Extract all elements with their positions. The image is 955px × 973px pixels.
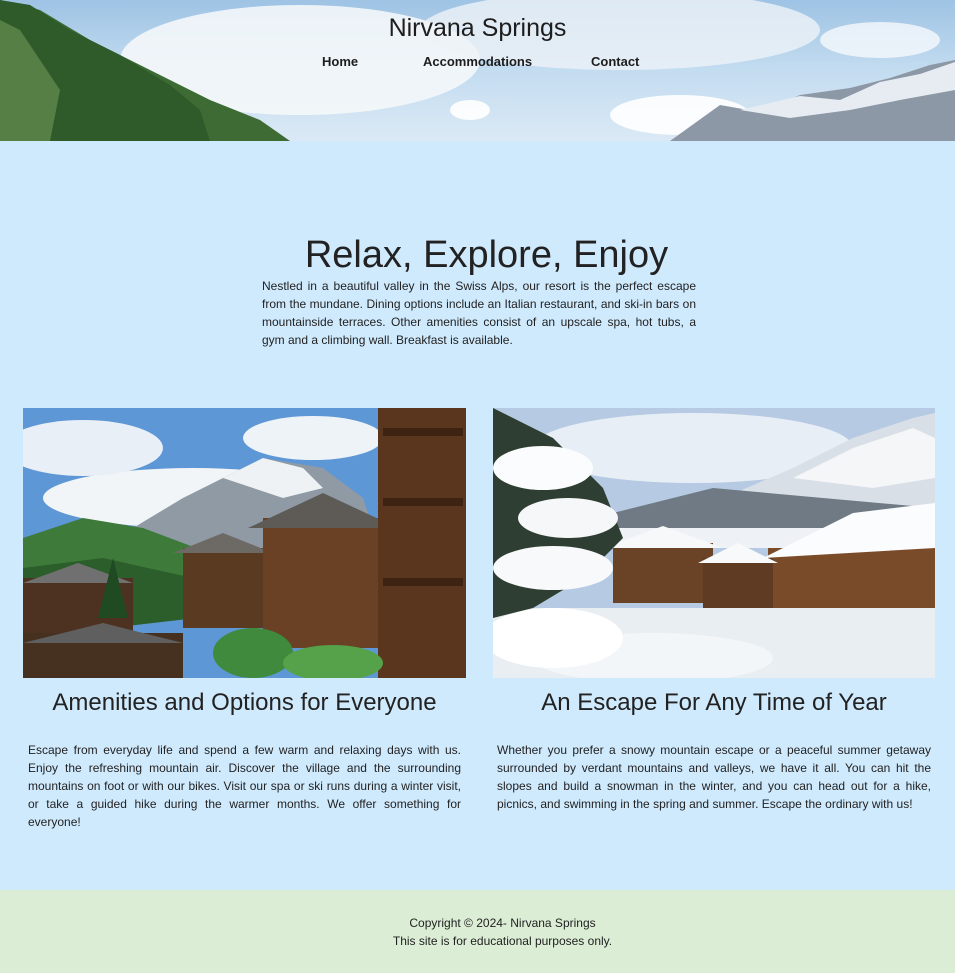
- header-banner: Nirvana Springs Home Accommodations Cont…: [0, 0, 955, 141]
- site-title: Nirvana Springs: [388, 14, 567, 42]
- nav-home-link[interactable]: Home: [322, 54, 358, 69]
- nav-contact-link[interactable]: Contact: [591, 54, 639, 69]
- intro-heading: Relax, Explore, Enjoy: [304, 234, 669, 276]
- amenities-heading: Amenities and Options for Everyone: [52, 689, 437, 716]
- escape-paragraph: Whether you prefer a snowy mountain esca…: [497, 743, 931, 811]
- summer-village-photo: [23, 408, 466, 678]
- winter-village-photo: [493, 408, 935, 678]
- nav-accommodations-link[interactable]: Accommodations: [423, 54, 532, 69]
- footer-note: This site is for educational purposes on…: [392, 934, 613, 948]
- footer: Copyright © 2024- Nirvana Springs This s…: [0, 890, 955, 973]
- amenities-paragraph: Escape from everyday life and spend a fe…: [28, 743, 461, 829]
- footer-copyright: Copyright © 2024- Nirvana Springs: [409, 916, 596, 930]
- escape-heading: An Escape For Any Time of Year: [541, 689, 887, 716]
- intro-paragraph: Nestled in a beautiful valley in the Swi…: [262, 279, 696, 347]
